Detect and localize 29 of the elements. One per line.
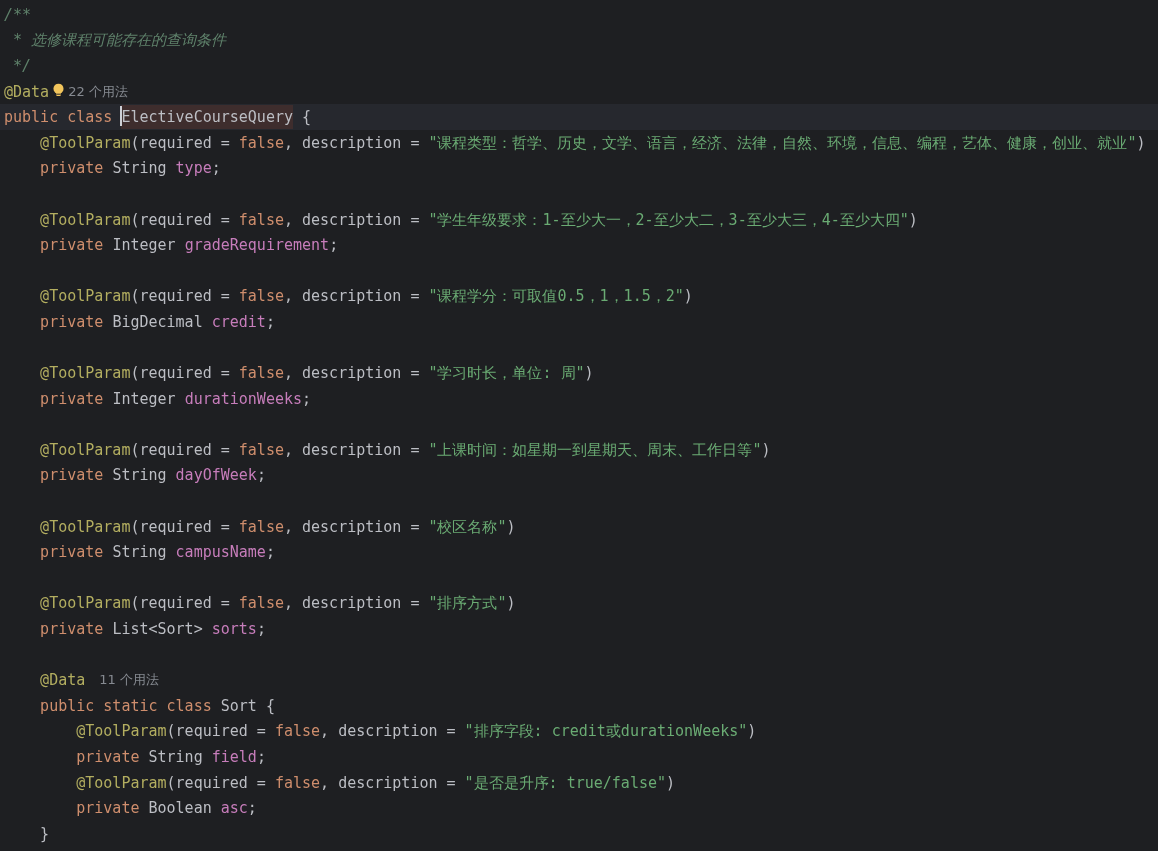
usages-hint[interactable]: 11 个用法	[99, 671, 159, 690]
code-line: @Data	[4, 81, 50, 102]
code-line: private String field;	[75, 747, 266, 767]
code-line: private String type;	[39, 158, 221, 179]
code-line: @ToolParam(required = false, description = "课程学分：可取值0.5，1，1.5，2")	[39, 286, 693, 307]
code-line: @ToolParam(required = false, description = "校区名称")	[39, 516, 516, 537]
code-line: @ToolParam(required = false, description = "是否是升序: true/false")	[75, 772, 676, 793]
code-line: private String campusName;	[39, 542, 275, 563]
code-line: private Integer durationWeeks;	[39, 388, 312, 409]
code-line: private List<Sort> sorts;	[39, 619, 266, 640]
code-line: @ToolParam(required = false, description = "排序字段: credit或durationWeeks")	[75, 721, 757, 742]
code-line: private Boolean asc;	[75, 798, 257, 819]
code-line: */	[12, 56, 32, 76]
lightbulb-icon[interactable]	[53, 82, 65, 98]
code-line: /**	[4, 4, 32, 25]
code-line: public static class Sort {	[39, 695, 275, 716]
code-line: private BigDecimal credit;	[39, 311, 275, 332]
code-line: @Data	[39, 670, 86, 691]
code-line: @ToolParam(required = false, description = "学生年级要求：1-至少大一，2-至少大二，3-至少大三，4-至少大四")	[39, 209, 918, 230]
code-line: @ToolParam(required = false, description = "上课时间：如星期一到星期天、周末、工作日等")	[39, 439, 771, 460]
code-line: * 选修课程可能存在的查询条件	[12, 30, 227, 51]
code-line: public class ElectiveCourseQuery {	[4, 107, 312, 128]
code-line: @ToolParam(required = false, description = "课程类型：哲学、历史，文学、语言，经济、法律，自然、环境，信息、编程，艺体、健康，创业、就业")	[39, 132, 1146, 153]
code-line: private String dayOfWeek;	[39, 465, 266, 486]
usages-hint[interactable]: 22 个用法	[68, 82, 128, 101]
code-line: @ToolParam(required = false, description = "排序方式")	[39, 593, 516, 614]
code-line: private Integer gradeRequirement;	[39, 235, 339, 256]
code-line: @ToolParam(required = false, description = "学习时长，单位: 周")	[39, 363, 594, 384]
code-line: }	[39, 823, 50, 844]
